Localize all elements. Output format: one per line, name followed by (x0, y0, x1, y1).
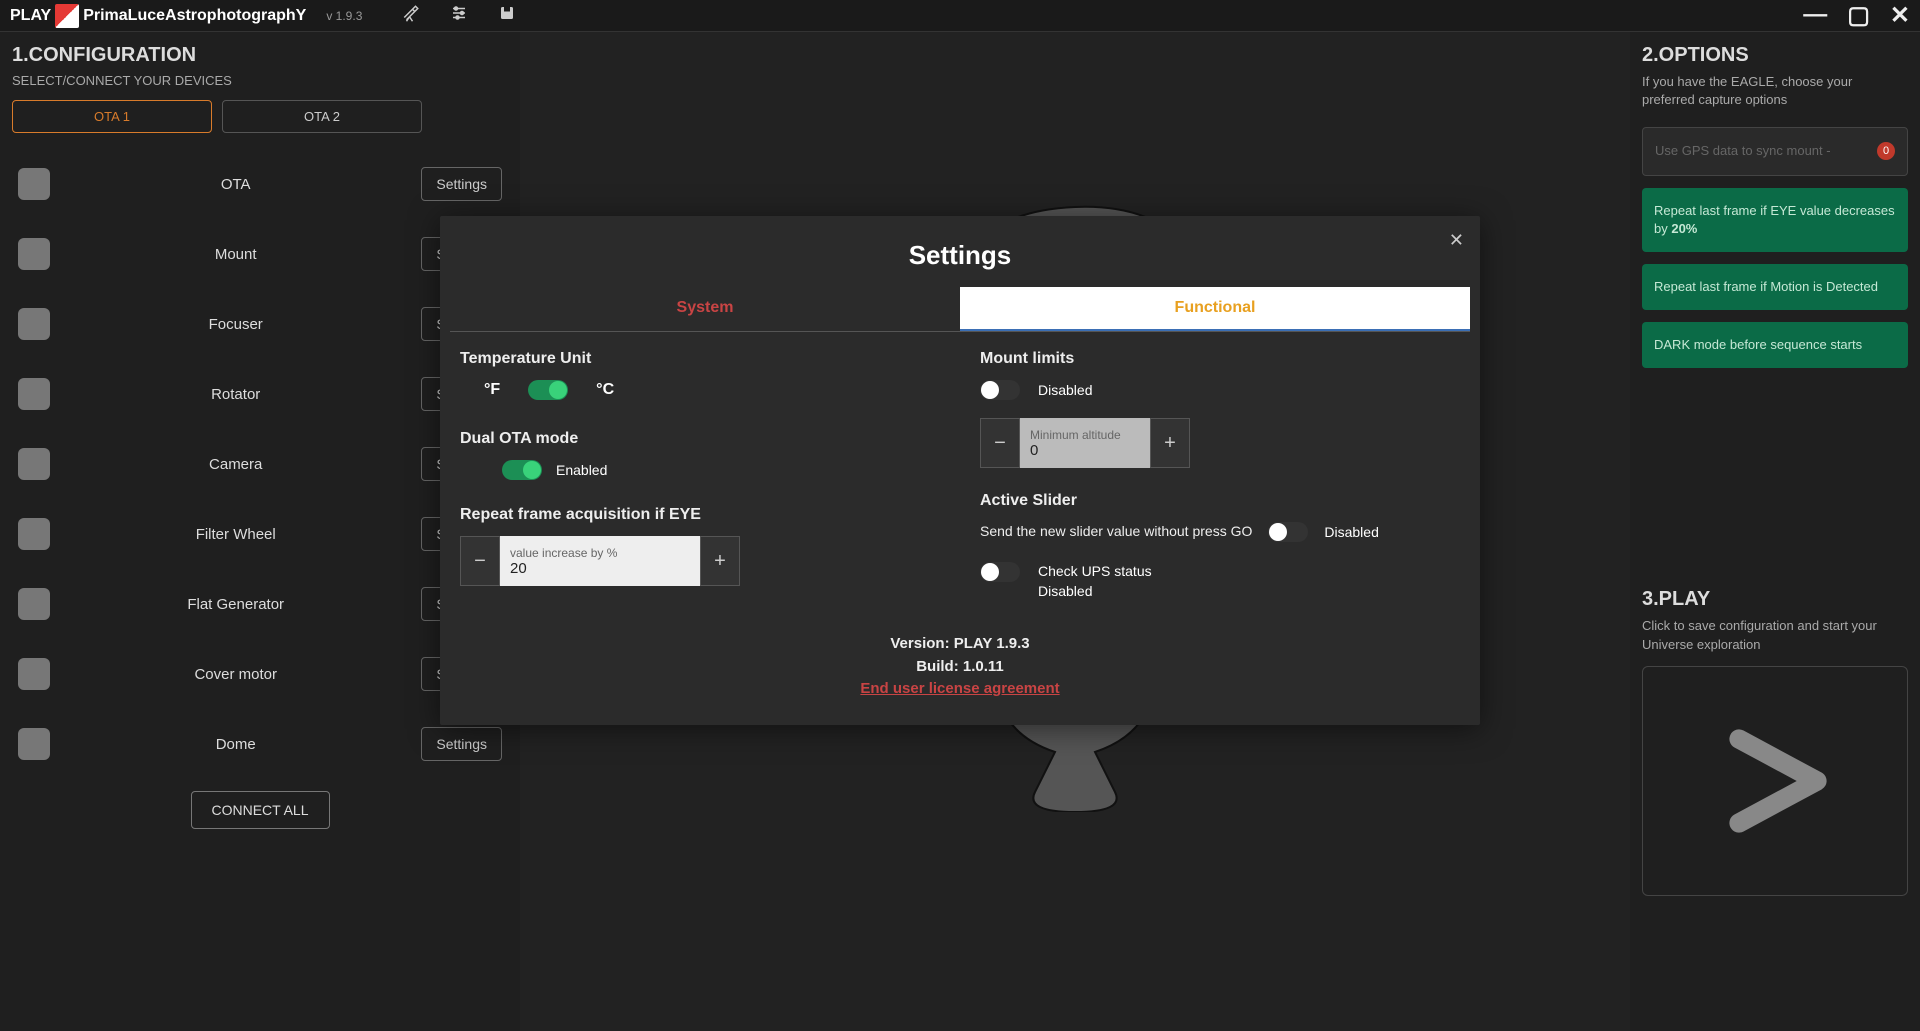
play-word: PLAY (10, 7, 51, 25)
play-title: 3.PLAY (1642, 588, 1908, 611)
gps-option[interactable]: Use GPS data to sync mount - 0 (1642, 127, 1908, 175)
ups-line2: Disabled (1038, 582, 1152, 602)
sliders-icon[interactable] (450, 4, 468, 27)
dual-enabled-label: Enabled (556, 462, 607, 478)
device-flat: Flat GeneratorSettings (12, 569, 508, 639)
cover-icon (18, 658, 50, 690)
save-icon[interactable] (498, 4, 516, 27)
repeat-frame-label: Repeat frame acquisition if EYE (460, 506, 940, 524)
repeat-eye-option[interactable]: Repeat last frame if EYE value decreases… (1642, 188, 1908, 252)
device-dome: DomeSettings (12, 709, 508, 779)
active-slider-desc: Send the new slider value without press … (980, 522, 1252, 542)
fahrenheit-label: °F (484, 381, 500, 399)
dome-settings-button[interactable]: Settings (421, 727, 502, 761)
device-focuser: FocuserSettings (12, 289, 508, 359)
ups-toggle[interactable] (980, 562, 1020, 582)
altitude-plus-button[interactable]: + (1150, 418, 1190, 468)
minimize-icon[interactable]: — (1803, 1, 1827, 30)
dark-mode-option[interactable]: DARK mode before sequence starts (1642, 322, 1908, 368)
config-subtitle: SELECT/CONNECT YOUR DEVICES (12, 73, 508, 88)
options-title: 2.OPTIONS (1642, 44, 1908, 67)
close-icon[interactable]: ✕ (1890, 1, 1910, 30)
ups-line1: Check UPS status (1038, 562, 1152, 582)
flat-icon (18, 588, 50, 620)
repeat-input[interactable]: value increase by % 20 (500, 536, 700, 586)
camera-icon (18, 448, 50, 480)
repeat-minus-button[interactable]: − (460, 536, 500, 586)
device-cover: Cover motorSettings (12, 639, 508, 709)
repeat-stepper: − value increase by % 20 + (460, 536, 940, 586)
brand-name: PrimaLuceAstrophotographY (83, 7, 306, 25)
active-slider-label: Active Slider (980, 492, 1460, 510)
version-label: v 1.9.3 (326, 9, 362, 23)
app-logo (55, 4, 79, 28)
config-title: 1.CONFIGURATION (12, 44, 508, 67)
repeat-motion-option[interactable]: Repeat last frame if Motion is Detected (1642, 264, 1908, 310)
repeat-plus-button[interactable]: + (700, 536, 740, 586)
play-button[interactable] (1642, 666, 1908, 896)
device-camera: CameraSettings (12, 429, 508, 499)
maximize-icon[interactable]: ▢ (1847, 1, 1870, 30)
tab-ota1[interactable]: OTA 1 (12, 100, 212, 133)
ota-icon (18, 168, 50, 200)
device-filterwheel: Filter WheelSettings (12, 499, 508, 569)
celsius-label: °C (596, 381, 614, 399)
modal-close-icon[interactable]: ✕ (1449, 230, 1464, 251)
tab-system[interactable]: System (450, 287, 960, 331)
gps-badge: 0 (1877, 142, 1895, 160)
active-disabled-label: Disabled (1324, 524, 1378, 540)
device-mount: MountSettings (12, 219, 508, 289)
active-slider-toggle[interactable] (1268, 522, 1308, 542)
dome-icon (18, 728, 50, 760)
temperature-label: Temperature Unit (460, 350, 940, 368)
mount-limits-toggle[interactable] (980, 380, 1020, 400)
dual-ota-toggle[interactable] (502, 460, 542, 480)
options-subtitle: If you have the EAGLE, choose your prefe… (1642, 73, 1908, 109)
telescope-icon[interactable] (402, 4, 420, 27)
connect-all-button[interactable]: CONNECT ALL (191, 791, 330, 829)
modal-title: Settings (440, 216, 1480, 287)
mount-icon (18, 238, 50, 270)
rotator-icon (18, 378, 50, 410)
altitude-input[interactable]: Minimum altitude 0 (1020, 418, 1150, 468)
options-panel: 2.OPTIONS If you have the EAGLE, choose … (1630, 32, 1920, 1031)
temperature-toggle[interactable] (528, 380, 568, 400)
build-text: Build: 1.0.11 (440, 656, 1480, 679)
play-subtitle: Click to save configuration and start yo… (1642, 617, 1908, 653)
focuser-icon (18, 308, 50, 340)
filterwheel-icon (18, 518, 50, 550)
gps-label: Use GPS data to sync mount - (1655, 142, 1831, 160)
device-rotator: RotatorSettings (12, 359, 508, 429)
eula-link[interactable]: End user license agreement (860, 680, 1059, 697)
device-ota: OTASettings (12, 149, 508, 219)
tab-ota2[interactable]: OTA 2 (222, 100, 422, 133)
altitude-stepper: − Minimum altitude 0 + (980, 418, 1460, 468)
tab-functional[interactable]: Functional (960, 287, 1470, 331)
altitude-minus-button[interactable]: − (980, 418, 1020, 468)
settings-modal: ✕ Settings System Functional Temperature… (440, 216, 1480, 725)
play-icon (1715, 721, 1835, 841)
version-text: Version: PLAY 1.9.3 (440, 633, 1480, 656)
titlebar: PLAY PrimaLuceAstrophotographY v 1.9.3 —… (0, 0, 1920, 32)
dual-ota-label: Dual OTA mode (460, 430, 940, 448)
mount-limits-label: Mount limits (980, 350, 1460, 368)
mount-disabled-label: Disabled (1038, 382, 1092, 398)
ota-settings-button[interactable]: Settings (421, 167, 502, 201)
